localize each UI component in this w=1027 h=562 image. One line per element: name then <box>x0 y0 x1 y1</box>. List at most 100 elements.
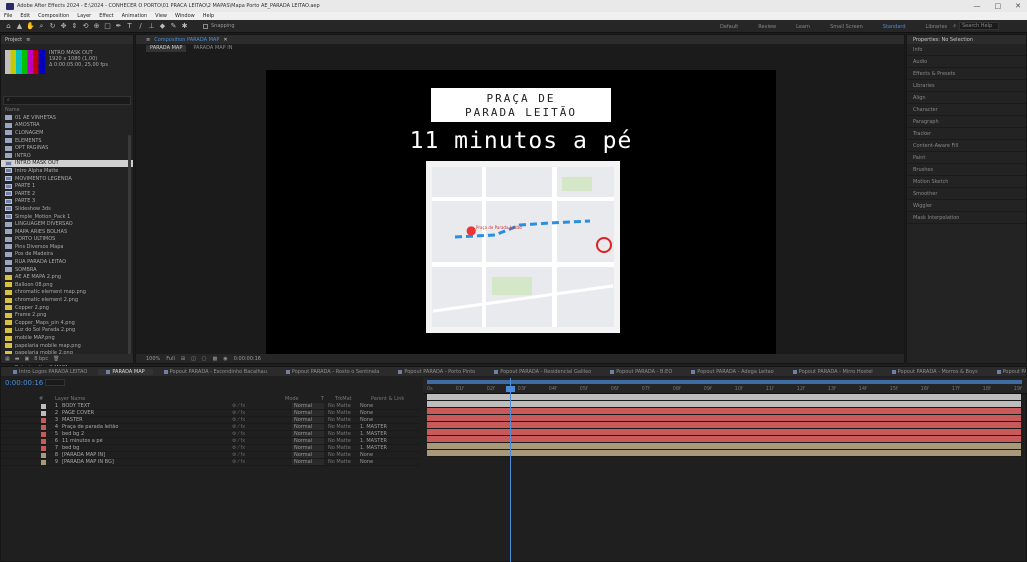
list-item[interactable]: AMOSTRA <box>1 122 133 130</box>
layer-switches-icon[interactable]: ⚙ ⁄ fx <box>232 438 292 444</box>
layer-name[interactable]: Praça de parada leitão <box>62 424 192 430</box>
timeline-tab[interactable]: Popout PARADA - Porto Pinto <box>390 369 483 375</box>
menu-file[interactable]: File <box>4 13 12 19</box>
layer-duration-bar[interactable] <box>427 436 1021 443</box>
list-item[interactable]: 01 AE VINHETAS <box>1 114 133 122</box>
layer-trkmat-select[interactable]: No Matte <box>328 403 360 409</box>
layer-duration-bar[interactable] <box>427 450 1021 457</box>
workspace-review[interactable]: Review <box>758 24 776 30</box>
list-item[interactable]: Copper 2.png <box>1 304 133 312</box>
layer-name[interactable]: BODY TEXT <box>62 403 192 409</box>
layer-row[interactable]: 5 bed bg 2 ⚙ ⁄ fx Normal No Matte 1. MASTER <box>1 431 419 438</box>
layer-row[interactable]: 9 [PARADA MAP IN BG] ⚙ ⁄ fx Normal No Matte N… <box>1 459 419 466</box>
layer-switches-icon[interactable]: ⚙ ⁄ fx <box>232 445 292 451</box>
timeline-current-time[interactable]: 0:00:00:16 <box>5 379 43 387</box>
layer-parent-select[interactable]: None <box>360 417 400 423</box>
timeline-tab[interactable]: Popout PARADA - Escondinho Bacalhau <box>156 369 275 375</box>
column-layer-name[interactable]: Layer Name <box>55 396 285 402</box>
layer-row[interactable]: 6 11 minutos a pé ⚙ ⁄ fx Normal No Matte 1. M… <box>1 438 419 445</box>
layer-parent-select[interactable]: None <box>360 410 400 416</box>
list-item[interactable]: Copper_Maps_pin 4.png <box>1 319 133 327</box>
layer-parent-select[interactable]: 1. MASTER <box>360 431 400 437</box>
column-mode[interactable]: Mode <box>285 396 321 402</box>
layer-row[interactable]: 8 [PARADA MAP IN] ⚙ ⁄ fx Normal No Matte None <box>1 452 419 459</box>
mask-visibility-icon[interactable]: ◫ <box>191 356 196 362</box>
hand-tool-icon[interactable]: ✋ <box>26 22 35 31</box>
type-tool-icon[interactable]: T <box>125 22 134 31</box>
layer-duration-bar[interactable] <box>427 415 1021 422</box>
current-time[interactable]: 0:00:00:16 <box>234 356 261 362</box>
properties-section-tracker[interactable]: Tracker <box>907 128 1026 140</box>
list-item[interactable]: INTRO MASK OUT <box>1 159 133 168</box>
workspace-default[interactable]: Default <box>720 24 738 30</box>
layer-row[interactable]: 1 BODY TEXT ⚙ ⁄ fx Normal No Matte None <box>1 403 419 410</box>
minimize-button[interactable]: — <box>974 2 981 10</box>
layer-trkmat-select[interactable]: No Matte <box>328 410 360 416</box>
stamp-tool-icon[interactable]: ⊥ <box>147 22 156 31</box>
layer-trkmat-select[interactable]: No Matte <box>328 417 360 423</box>
layer-name[interactable]: [PARADA MAP IN] <box>62 452 192 458</box>
properties-section-brushes[interactable]: Brushes <box>907 164 1026 176</box>
workspace-libraries[interactable]: Libraries <box>926 24 948 30</box>
home-icon[interactable]: ⌂ <box>4 22 13 31</box>
layer-name[interactable]: bed bg 2 <box>62 431 192 437</box>
timeline-tab[interactable]: Popout PARADA - Adega Leitao <box>683 369 781 375</box>
panel-menu-icon[interactable]: ≡ <box>26 37 30 43</box>
anchor-tool-icon[interactable]: ⊕ <box>92 22 101 31</box>
layer-parent-select[interactable]: None <box>360 452 400 458</box>
list-item[interactable]: SOMBRA <box>1 266 133 274</box>
menu-edit[interactable]: Edit <box>20 13 30 19</box>
timeline-tab[interactable]: PARADA MAP <box>98 368 153 375</box>
layer-row[interactable]: 4 Praça de parada leitão ⚙ ⁄ fx Normal No Ma… <box>1 424 419 431</box>
close-button[interactable]: ✕ <box>1015 2 1021 10</box>
project-tab[interactable]: Project <box>5 37 22 43</box>
layer-duration-bar[interactable] <box>427 408 1021 415</box>
properties-section-motion-sketch[interactable]: Motion Sketch <box>907 176 1026 188</box>
layer-name[interactable]: bed bg <box>62 445 192 451</box>
timeline-tab[interactable]: Popout PARADA - Morros & Boys <box>884 369 986 375</box>
selection-tool-icon[interactable]: ▲ <box>15 22 24 31</box>
menu-help[interactable]: Help <box>203 13 214 19</box>
layer-trkmat-select[interactable]: No Matte <box>328 452 360 458</box>
layer-row[interactable]: 7 bed bg ⚙ ⁄ fx Normal No Matte 1. MASTER <box>1 445 419 452</box>
dolly-tool-icon[interactable]: ⇕ <box>70 22 79 31</box>
list-item[interactable]: Frame 2.png <box>1 311 133 319</box>
timeline-tab[interactable]: Popout PARADA - Residencial Galileo <box>486 369 599 375</box>
properties-section-mask-interpolation[interactable]: Mask Interpolation <box>907 212 1026 224</box>
layer-mode-select[interactable]: Normal <box>292 424 324 430</box>
list-item[interactable]: Intro Alpha Matte <box>1 167 133 175</box>
puppet-tool-icon[interactable]: ✱ <box>180 22 189 31</box>
list-item[interactable]: INTRO <box>1 152 133 160</box>
properties-section-info[interactable]: Info <box>907 44 1026 56</box>
list-item[interactable]: MOVIMENTO LEGENDA <box>1 175 133 183</box>
pan-tool-icon[interactable]: ✥ <box>59 22 68 31</box>
layer-row[interactable]: 3 MASTER ⚙ ⁄ fx Normal No Matte None <box>1 417 419 424</box>
rotation-tool-icon[interactable]: ⟲ <box>81 22 90 31</box>
menu-layer[interactable]: Layer <box>77 13 91 19</box>
list-item[interactable]: papelaria mobile map.png <box>1 342 133 350</box>
column-name[interactable]: Name <box>5 107 20 113</box>
layer-trkmat-select[interactable]: No Matte <box>328 424 360 430</box>
new-folder-icon[interactable]: ▬ <box>15 356 20 362</box>
layer-name[interactable]: 11 minutos a pé <box>62 438 192 444</box>
layer-switches-icon[interactable]: ⚙ ⁄ fx <box>232 431 292 437</box>
list-item[interactable]: PARTE 2 <box>1 190 133 198</box>
properties-section-content-aware-fill[interactable]: Content-Aware Fill <box>907 140 1026 152</box>
new-comp-icon[interactable]: ▣ <box>24 356 29 362</box>
layer-trkmat-select[interactable]: No Matte <box>328 438 360 444</box>
list-item[interactable]: MAPA ARIES BOLHAS <box>1 228 133 236</box>
layer-mode-select[interactable]: Normal <box>292 403 324 409</box>
subtab-parada-map-in[interactable]: PARADA MAP IN <box>189 45 236 52</box>
pen-tool-icon[interactable]: ✒ <box>114 22 123 31</box>
composition-tab[interactable]: Composition PARADA MAP <box>154 37 219 43</box>
layer-duration-bar[interactable] <box>427 422 1021 429</box>
list-item[interactable]: PARTE 3 <box>1 198 133 206</box>
properties-section-align[interactable]: Align <box>907 92 1026 104</box>
layer-mode-select[interactable]: Normal <box>292 410 324 416</box>
project-search-input[interactable]: ⌕ <box>3 96 131 105</box>
workspace-learn[interactable]: Learn <box>796 24 810 30</box>
column-parent[interactable]: Parent & Link <box>371 396 404 402</box>
subtab-parada-map[interactable]: PARADA MAP <box>146 45 187 52</box>
timeline-tab[interactable]: Popout PARADA - Mirro Hostel <box>785 369 881 375</box>
layer-mode-select[interactable]: Normal <box>292 445 324 451</box>
